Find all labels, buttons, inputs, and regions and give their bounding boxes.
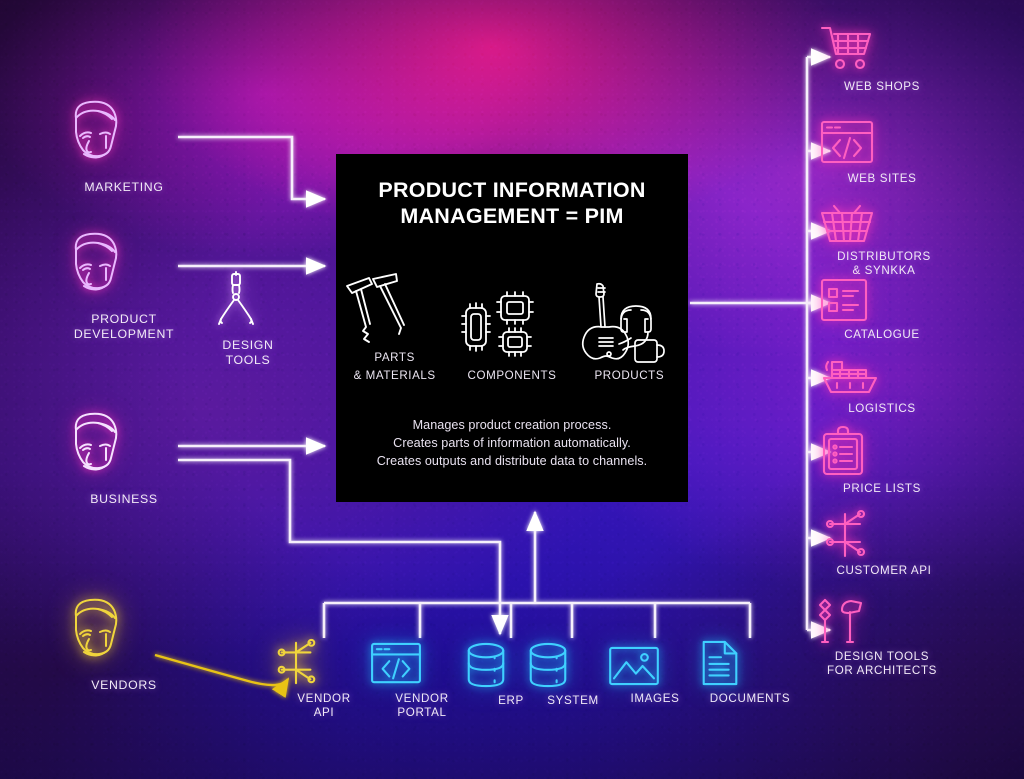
api-node-icon	[272, 638, 376, 686]
wrench-hammer-icon	[812, 598, 952, 644]
input-label: PRODUCT DEVELOPMENT	[73, 312, 175, 341]
output-node-web-sites[interactable]: WEB SITES	[820, 120, 944, 186]
output-label: DISTRIBUTORS & SYNKKA	[837, 250, 931, 277]
checklist-icon	[820, 278, 944, 322]
output-node-customer-api[interactable]: CUSTOMER API	[820, 509, 948, 578]
pim-category-products: PRODUCTS	[573, 282, 685, 384]
output-label: LOGISTICS	[848, 402, 916, 415]
source-label: VENDOR PORTAL	[395, 692, 449, 719]
pim-description-line: Creates parts of information automatical…	[393, 436, 631, 450]
tool-label: DESIGN TOOLS	[222, 338, 274, 367]
source-node-vendor-api[interactable]: VENDOR API	[272, 638, 376, 719]
face-icon	[62, 228, 186, 300]
pim-category-label: PARTS & MATERIALS	[353, 351, 436, 382]
output-node-web-shops[interactable]: WEB SHOPS	[820, 24, 944, 94]
shopping-cart-icon	[820, 24, 944, 74]
diagram-canvas: PRODUCT INFORMATION MANAGEMENT = PIM PAR…	[0, 0, 1024, 779]
pim-categories: PARTS & MATERIALS COMPONENTS PRODUCTS	[336, 272, 688, 384]
pim-description-line: Manages product creation process.	[412, 418, 612, 432]
output-label: CATALOGUE	[844, 328, 920, 341]
input-node-business[interactable]: BUSINESS	[62, 408, 186, 507]
code-window-icon	[370, 642, 474, 686]
cargo-ship-icon	[820, 354, 944, 396]
pim-description: Manages product creation process. Create…	[336, 416, 688, 470]
tool-node-design-tools[interactable]: DESIGN TOOLS	[208, 271, 288, 367]
source-node-documents[interactable]: DOCUMENTS	[700, 640, 800, 706]
output-label: CUSTOMER API	[836, 564, 932, 577]
input-label: VENDORS	[91, 678, 157, 692]
basket-icon	[820, 202, 948, 244]
nails-icon	[339, 272, 451, 348]
output-node-design-tools-architects[interactable]: DESIGN TOOLS FOR ARCHITECTS	[812, 598, 952, 677]
pim-title-line1: PRODUCT INFORMATION	[378, 178, 646, 202]
output-node-distributors[interactable]: DISTRIBUTORS & SYNKKA	[820, 202, 948, 277]
document-icon	[700, 640, 800, 686]
pim-panel: PRODUCT INFORMATION MANAGEMENT = PIM PAR…	[336, 154, 688, 502]
input-node-product-development[interactable]: PRODUCT DEVELOPMENT	[62, 228, 186, 341]
output-label: DESIGN TOOLS FOR ARCHITECTS	[826, 650, 938, 677]
source-label: IMAGES	[630, 692, 680, 705]
source-node-system[interactable]: SYSTEM	[526, 642, 620, 708]
output-node-catalogue[interactable]: CATALOGUE	[820, 278, 944, 342]
input-node-vendors[interactable]: VENDORS	[62, 594, 186, 693]
output-node-price-lists[interactable]: PRICE LISTS	[820, 425, 944, 496]
pim-description-line: Creates outputs and distribute data to c…	[376, 454, 648, 468]
face-icon	[62, 594, 186, 666]
code-window-icon	[820, 120, 944, 166]
source-label: SYSTEM	[547, 694, 599, 707]
pim-category-label: COMPONENTS	[467, 369, 557, 382]
output-label: PRICE LISTS	[843, 482, 921, 495]
source-label: VENDOR API	[297, 692, 351, 719]
pim-category-label: PRODUCTS	[594, 369, 665, 382]
clipboard-icon	[820, 425, 944, 476]
database-icon	[526, 642, 620, 688]
face-icon	[62, 408, 186, 480]
api-node-icon	[820, 509, 948, 558]
pim-title: PRODUCT INFORMATION MANAGEMENT = PIM	[336, 177, 688, 229]
pim-title-line2: MANAGEMENT = PIM	[400, 204, 624, 229]
input-node-marketing[interactable]: MARKETING	[62, 96, 186, 195]
guitar-headphones-mug-icon	[573, 282, 685, 366]
pim-category-parts: PARTS & MATERIALS	[339, 272, 451, 384]
image-icon	[608, 646, 702, 686]
source-label: DOCUMENTS	[709, 692, 791, 705]
output-label: WEB SHOPS	[844, 80, 920, 93]
pim-category-components: COMPONENTS	[456, 290, 568, 384]
input-label: MARKETING	[84, 180, 164, 194]
microchips-icon	[456, 290, 568, 366]
face-icon	[62, 96, 186, 168]
source-node-vendor-portal[interactable]: VENDOR PORTAL	[370, 642, 474, 719]
output-label: WEB SITES	[847, 172, 917, 185]
output-node-logistics[interactable]: LOGISTICS	[820, 354, 944, 416]
input-label: BUSINESS	[90, 492, 158, 506]
source-node-images[interactable]: IMAGES	[608, 646, 702, 706]
compass-divider-icon	[208, 271, 288, 330]
